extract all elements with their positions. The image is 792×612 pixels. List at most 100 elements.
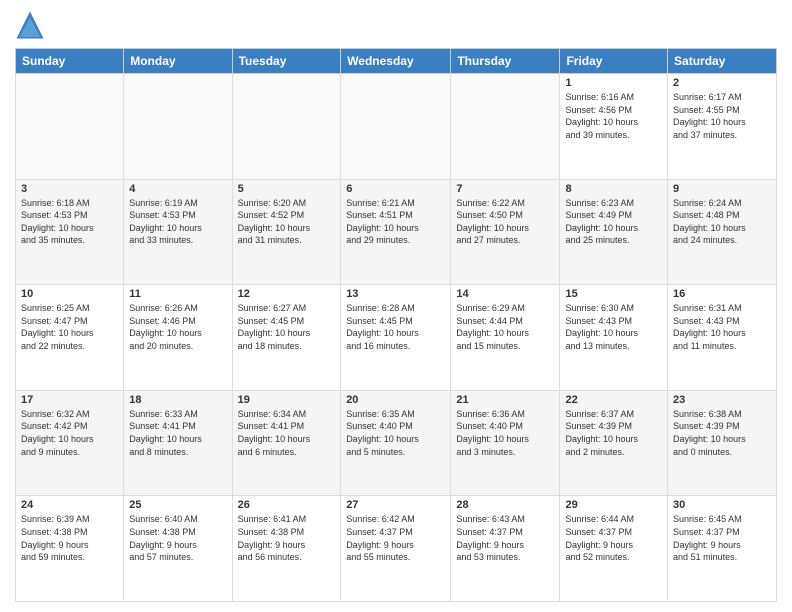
day-number: 17 xyxy=(21,394,118,406)
calendar-cell: 24 Sunrise: 6:39 AMSunset: 4:38 PMDayligh… xyxy=(16,496,124,602)
day-info: Sunrise: 6:45 AMSunset: 4:37 PMDaylight:… xyxy=(673,513,771,563)
calendar-cell: 6Sunrise: 6:21 AMSunset: 4:51 PMDaylight… xyxy=(341,179,451,285)
week-row-3: 10 Sunrise: 6:25 AMSunset: 4:47 PMDayligh… xyxy=(16,285,777,391)
day-info: Sunrise: 6:34 AMSunset: 4:41 PMDaylight:… xyxy=(238,408,336,458)
weekday-header-sunday: Sunday xyxy=(16,49,124,74)
day-number: 27 xyxy=(346,499,445,511)
calendar-cell: 8 Sunrise: 6:23 AMSunset: 4:49 PMDaylight… xyxy=(560,179,668,285)
day-info: Sunrise: 6:29 AMSunset: 4:44 PMDaylight:… xyxy=(456,302,554,352)
calendar-cell xyxy=(124,74,232,180)
weekday-header-tuesday: Tuesday xyxy=(232,49,341,74)
day-number: 29 xyxy=(565,499,662,511)
day-number: 28 xyxy=(456,499,554,511)
day-info: Sunrise: 6:16 AMSunset: 4:56 PMDaylight:… xyxy=(565,91,662,141)
day-info: Sunrise: 6:27 AMSunset: 4:45 PMDaylight:… xyxy=(238,302,336,352)
week-row-1: 1Sunrise: 6:16 AMSunset: 4:56 PMDaylight… xyxy=(16,74,777,180)
calendar-cell: 17 Sunrise: 6:32 AMSunset: 4:42 PMDayligh… xyxy=(16,390,124,496)
calendar-cell: 10 Sunrise: 6:25 AMSunset: 4:47 PMDayligh… xyxy=(16,285,124,391)
day-info: Sunrise: 6:36 AMSunset: 4:40 PMDaylight:… xyxy=(456,408,554,458)
day-info: Sunrise: 6:31 AMSunset: 4:43 PMDaylight:… xyxy=(673,302,771,352)
weekday-header-row: SundayMondayTuesdayWednesdayThursdayFrid… xyxy=(16,49,777,74)
day-number: 22 xyxy=(565,394,662,406)
day-number: 18 xyxy=(129,394,226,406)
day-info: Sunrise: 6:28 AMSunset: 4:45 PMDaylight:… xyxy=(346,302,445,352)
calendar-cell xyxy=(451,74,560,180)
day-info: Sunrise: 6:40 AMSunset: 4:38 PMDaylight:… xyxy=(129,513,226,563)
week-row-5: 24 Sunrise: 6:39 AMSunset: 4:38 PMDayligh… xyxy=(16,496,777,602)
day-info: Sunrise: 6:35 AMSunset: 4:40 PMDaylight:… xyxy=(346,408,445,458)
day-number: 8 xyxy=(565,183,662,195)
day-info: Sunrise: 6:19 AMSunset: 4:53 PMDaylight:… xyxy=(129,197,226,247)
weekday-header-wednesday: Wednesday xyxy=(341,49,451,74)
calendar-cell: 18Sunrise: 6:33 AMSunset: 4:41 PMDayligh… xyxy=(124,390,232,496)
header xyxy=(15,10,777,40)
calendar-cell: 14 Sunrise: 6:29 AMSunset: 4:44 PMDayligh… xyxy=(451,285,560,391)
day-number: 4 xyxy=(129,183,226,195)
day-info: Sunrise: 6:42 AMSunset: 4:37 PMDaylight:… xyxy=(346,513,445,563)
weekday-header-thursday: Thursday xyxy=(451,49,560,74)
day-number: 15 xyxy=(565,288,662,300)
calendar-cell: 21Sunrise: 6:36 AMSunset: 4:40 PMDayligh… xyxy=(451,390,560,496)
calendar-cell: 28Sunrise: 6:43 AMSunset: 4:37 PMDayligh… xyxy=(451,496,560,602)
calendar-cell: 19 Sunrise: 6:34 AMSunset: 4:41 PMDayligh… xyxy=(232,390,341,496)
day-info: Sunrise: 6:18 AMSunset: 4:53 PMDaylight:… xyxy=(21,197,118,247)
weekday-header-friday: Friday xyxy=(560,49,668,74)
day-number: 19 xyxy=(238,394,336,406)
calendar-cell: 30 Sunrise: 6:45 AMSunset: 4:37 PMDayligh… xyxy=(668,496,777,602)
day-info: Sunrise: 6:37 AMSunset: 4:39 PMDaylight:… xyxy=(565,408,662,458)
day-number: 24 xyxy=(21,499,118,511)
calendar-cell: 9 Sunrise: 6:24 AMSunset: 4:48 PMDaylight… xyxy=(668,179,777,285)
day-info: Sunrise: 6:38 AMSunset: 4:39 PMDaylight:… xyxy=(673,408,771,458)
day-number: 7 xyxy=(456,183,554,195)
day-number: 26 xyxy=(238,499,336,511)
day-info: Sunrise: 6:30 AMSunset: 4:43 PMDaylight:… xyxy=(565,302,662,352)
day-number: 20 xyxy=(346,394,445,406)
day-info: Sunrise: 6:32 AMSunset: 4:42 PMDaylight:… xyxy=(21,408,118,458)
day-info: Sunrise: 6:17 AMSunset: 4:55 PMDaylight:… xyxy=(673,91,771,141)
calendar-cell xyxy=(16,74,124,180)
weekday-header-saturday: Saturday xyxy=(668,49,777,74)
day-info: Sunrise: 6:39 AMSunset: 4:38 PMDaylight:… xyxy=(21,513,118,563)
week-row-2: 3 Sunrise: 6:18 AMSunset: 4:53 PMDaylight… xyxy=(16,179,777,285)
calendar-cell xyxy=(232,74,341,180)
week-row-4: 17 Sunrise: 6:32 AMSunset: 4:42 PMDayligh… xyxy=(16,390,777,496)
calendar-cell: 1Sunrise: 6:16 AMSunset: 4:56 PMDaylight… xyxy=(560,74,668,180)
day-info: Sunrise: 6:25 AMSunset: 4:47 PMDaylight:… xyxy=(21,302,118,352)
calendar-cell: 13Sunrise: 6:28 AMSunset: 4:45 PMDayligh… xyxy=(341,285,451,391)
day-number: 3 xyxy=(21,183,118,195)
calendar-cell xyxy=(341,74,451,180)
day-info: Sunrise: 6:22 AMSunset: 4:50 PMDaylight:… xyxy=(456,197,554,247)
day-number: 11 xyxy=(129,288,226,300)
day-info: Sunrise: 6:20 AMSunset: 4:52 PMDaylight:… xyxy=(238,197,336,247)
calendar-cell: 26Sunrise: 6:41 AMSunset: 4:38 PMDayligh… xyxy=(232,496,341,602)
calendar-cell: 22 Sunrise: 6:37 AMSunset: 4:39 PMDayligh… xyxy=(560,390,668,496)
calendar-cell: 3 Sunrise: 6:18 AMSunset: 4:53 PMDaylight… xyxy=(16,179,124,285)
day-number: 2 xyxy=(673,77,771,89)
calendar-cell: 15 Sunrise: 6:30 AMSunset: 4:43 PMDayligh… xyxy=(560,285,668,391)
day-info: Sunrise: 6:44 AMSunset: 4:37 PMDaylight:… xyxy=(565,513,662,563)
day-number: 23 xyxy=(673,394,771,406)
day-number: 9 xyxy=(673,183,771,195)
weekday-header-monday: Monday xyxy=(124,49,232,74)
calendar: SundayMondayTuesdayWednesdayThursdayFrid… xyxy=(15,48,777,602)
calendar-cell: 11 Sunrise: 6:26 AMSunset: 4:46 PMDayligh… xyxy=(124,285,232,391)
calendar-cell: 23 Sunrise: 6:38 AMSunset: 4:39 PMDayligh… xyxy=(668,390,777,496)
day-number: 10 xyxy=(21,288,118,300)
calendar-cell: 12 Sunrise: 6:27 AMSunset: 4:45 PMDayligh… xyxy=(232,285,341,391)
calendar-cell: 29 Sunrise: 6:44 AMSunset: 4:37 PMDayligh… xyxy=(560,496,668,602)
day-number: 6 xyxy=(346,183,445,195)
calendar-cell: 27 Sunrise: 6:42 AMSunset: 4:37 PMDayligh… xyxy=(341,496,451,602)
day-info: Sunrise: 6:24 AMSunset: 4:48 PMDaylight:… xyxy=(673,197,771,247)
page: SundayMondayTuesdayWednesdayThursdayFrid… xyxy=(0,0,792,612)
day-number: 5 xyxy=(238,183,336,195)
day-number: 12 xyxy=(238,288,336,300)
day-info: Sunrise: 6:23 AMSunset: 4:49 PMDaylight:… xyxy=(565,197,662,247)
day-number: 14 xyxy=(456,288,554,300)
calendar-cell: 16Sunrise: 6:31 AMSunset: 4:43 PMDayligh… xyxy=(668,285,777,391)
logo xyxy=(15,10,49,40)
day-info: Sunrise: 6:26 AMSunset: 4:46 PMDaylight:… xyxy=(129,302,226,352)
day-number: 30 xyxy=(673,499,771,511)
logo-icon xyxy=(15,10,45,40)
calendar-cell: 4 Sunrise: 6:19 AMSunset: 4:53 PMDaylight… xyxy=(124,179,232,285)
calendar-header: SundayMondayTuesdayWednesdayThursdayFrid… xyxy=(16,49,777,74)
